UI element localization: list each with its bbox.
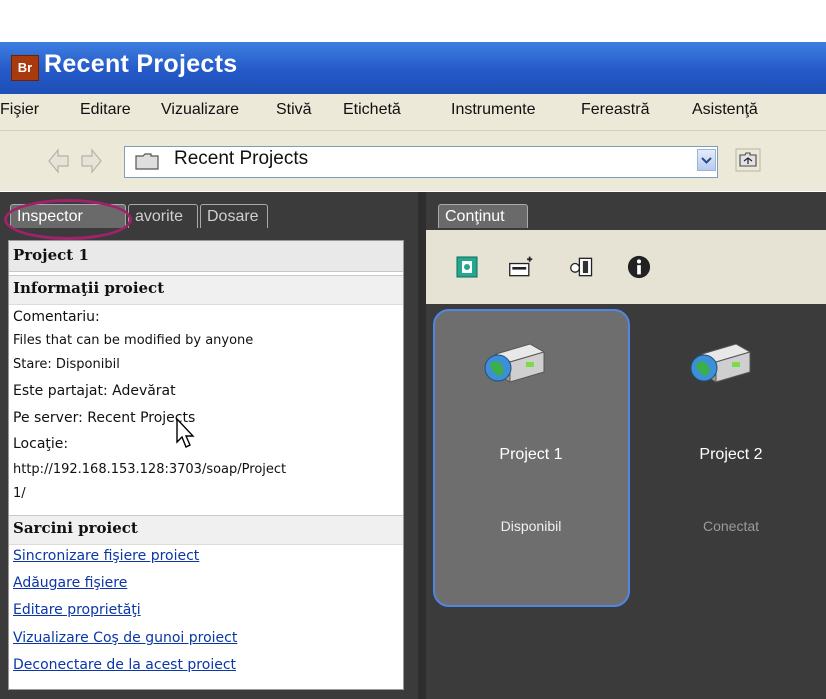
- back-arrow-icon[interactable]: [48, 148, 70, 174]
- project-tasks-title: Sarcini proiect: [13, 519, 138, 537]
- info-location-label: Locaţie:: [13, 436, 69, 452]
- tab-favorite[interactable]: avorite: [128, 204, 198, 228]
- menu-instrumente[interactable]: Instrumente: [451, 101, 535, 119]
- menu-fisier[interactable]: Fişier: [0, 101, 39, 119]
- menu-stiva[interactable]: Stivă: [276, 101, 312, 119]
- info-location-url: http://192.168.153.128:3703/soap/Project: [13, 462, 287, 477]
- cut-icon[interactable]: [569, 255, 595, 279]
- tab-dosare[interactable]: Dosare: [200, 204, 268, 228]
- menu-vizualizare[interactable]: Vizualizare: [161, 101, 239, 119]
- folder-up-icon[interactable]: [735, 148, 761, 172]
- project-info-title: Informaţii proiect: [13, 279, 165, 297]
- task-view-trash-link[interactable]: Vizualizare Coş de gunoi proiect: [13, 630, 237, 646]
- pane-splitter[interactable]: [418, 192, 426, 699]
- task-edit-properties-link[interactable]: Editare proprietăţi: [13, 602, 141, 618]
- menu-eticheta[interactable]: Etichetă: [343, 101, 401, 119]
- info-icon[interactable]: [626, 255, 652, 279]
- project-server-icon: [690, 343, 752, 383]
- info-location-url-end: 1/: [13, 486, 26, 501]
- app-badge-icon: Br: [11, 55, 39, 81]
- connect-server-icon[interactable]: [508, 255, 534, 279]
- project-2-status: Conectat: [702, 518, 760, 534]
- window-title: Recent Projects: [44, 50, 238, 78]
- mouse-cursor-icon: [176, 418, 195, 448]
- info-shared: Este partajat: Adevărat: [13, 383, 176, 399]
- project-1-name: Project 1: [499, 446, 563, 463]
- folder-icon: [135, 153, 159, 170]
- tab-continut[interactable]: Conţinut: [438, 204, 528, 228]
- menu-asistenta[interactable]: Asistenţă: [692, 101, 758, 119]
- info-status: Stare: Disponibil: [13, 357, 120, 372]
- menu-fereastra[interactable]: Fereastră: [581, 101, 649, 119]
- inspector-project-name: Project 1: [13, 246, 89, 264]
- project-server-icon: [484, 343, 546, 383]
- info-comment: Comentariu:: [13, 309, 100, 325]
- forward-arrow-icon[interactable]: [80, 148, 102, 174]
- inspector-tab-highlight: [4, 199, 132, 240]
- task-disconnect-link[interactable]: Deconectare de la acest proiect: [13, 657, 236, 673]
- info-server: Pe server: Recent Projects: [13, 410, 196, 426]
- info-comment-value: Files that can be modified by anyone: [13, 333, 254, 348]
- menu-editare[interactable]: Editare: [80, 101, 131, 119]
- project-1-status: Disponibil: [500, 518, 562, 534]
- project-2-name: Project 2: [699, 446, 763, 463]
- path-text: Recent Projects: [174, 148, 309, 169]
- task-add-files-link[interactable]: Adăugare fişiere: [13, 575, 127, 591]
- dropdown-arrow-icon[interactable]: [697, 149, 716, 171]
- new-project-icon[interactable]: [454, 255, 480, 279]
- task-sync-files-link[interactable]: Sincronizare fişiere proiect: [13, 548, 199, 564]
